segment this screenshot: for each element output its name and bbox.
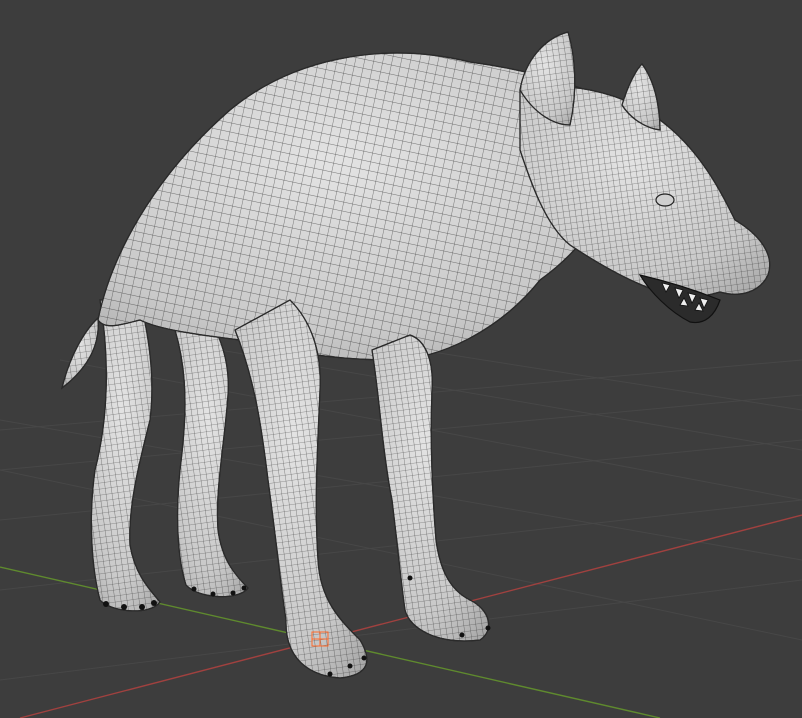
3d-viewport[interactable] — [0, 0, 802, 718]
viewport-canvas[interactable] — [0, 0, 802, 718]
eye — [655, 193, 675, 207]
